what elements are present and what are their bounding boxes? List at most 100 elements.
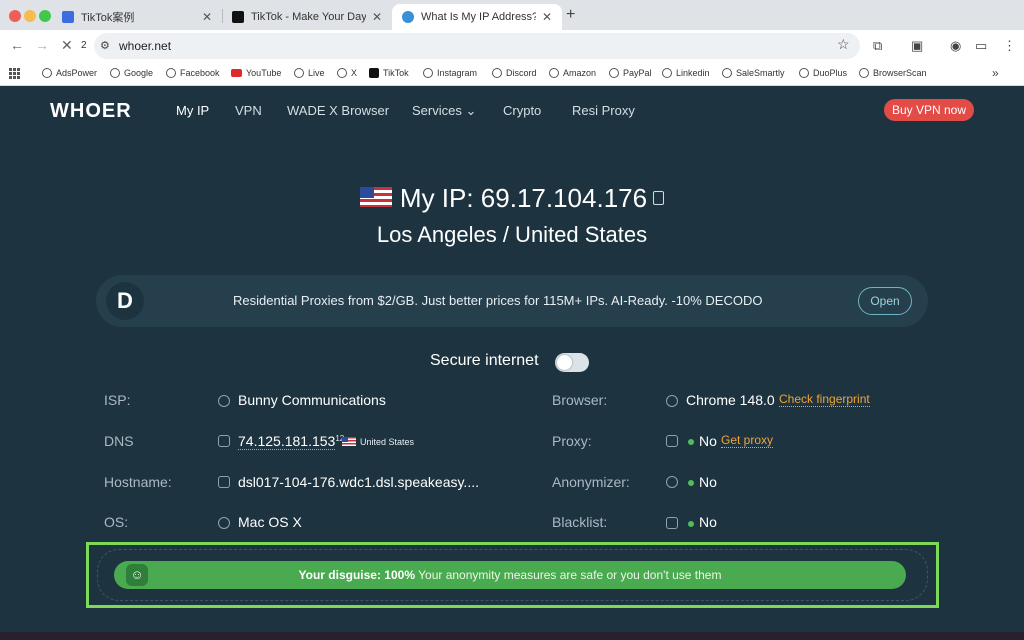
nav-services[interactable]: Services ⌄ <box>412 103 476 119</box>
globe-icon <box>549 68 559 78</box>
youtube-icon <box>231 69 242 77</box>
copy-icon[interactable] <box>653 191 665 206</box>
dns-label: DNS <box>104 433 134 449</box>
status-ok-dot <box>688 521 694 527</box>
browser-value: Chrome 148.0 <box>686 392 775 408</box>
bookmark-tiktok[interactable]: TikTok <box>369 68 409 78</box>
bookmark-label: Facebook <box>180 68 220 78</box>
bookmark-x[interactable]: X <box>337 68 357 78</box>
nav-count: 2 <box>81 40 87 51</box>
disguise-message: Your anonymity measures are safe or you … <box>418 568 722 582</box>
dns-value-group[interactable]: 74.125.181.15312 <box>238 433 344 450</box>
promo-text: Residential Proxies from $2/GB. Just bet… <box>233 293 763 308</box>
bookmark-duoplus[interactable]: DuoPlus <box>799 68 847 78</box>
status-ok-dot <box>688 480 694 486</box>
bookmark-label: Linkedin <box>676 68 710 78</box>
bookmark-label: DuoPlus <box>813 68 848 78</box>
globe-icon <box>799 68 809 78</box>
bookmarks-overflow-icon[interactable]: » <box>992 66 999 80</box>
proxy-label: Proxy: <box>552 433 592 449</box>
site-settings-icon[interactable]: ⚙ <box>100 39 110 52</box>
tab-search-icon[interactable]: ▣ <box>911 38 923 54</box>
zoom-window-button[interactable] <box>39 10 51 22</box>
browser-tab-bar: TikTok案例 ✕ TikTok - Make Your Day ✕ What… <box>0 0 1024 30</box>
address-bar[interactable]: ⚙ whoer.net <box>94 33 860 59</box>
close-window-button[interactable] <box>9 10 21 22</box>
nav-vpn[interactable]: VPN <box>235 103 262 118</box>
disguise-panel: ☺ Your disguise: 100% Your anonymity mea… <box>97 549 928 601</box>
url-text[interactable]: whoer.net <box>119 39 171 53</box>
tab-close-icon[interactable]: ✕ <box>542 10 552 24</box>
forward-arrow-icon[interactable]: → <box>35 37 49 53</box>
tab-close-icon[interactable]: ✕ <box>372 10 382 24</box>
globe-icon <box>166 68 176 78</box>
bookmark-star-icon[interactable]: ☆ <box>837 36 850 53</box>
bookmark-label: TikTok <box>383 68 409 78</box>
tab-whoer-active[interactable]: What Is My IP Address? - Find ✕ <box>392 4 562 30</box>
database-icon <box>666 435 678 447</box>
tab-title: What Is My IP Address? - Find <box>421 11 536 23</box>
disguise-label: Your disguise: 100% <box>298 568 415 582</box>
bookmark-live[interactable]: Live <box>294 68 325 78</box>
decodo-logo: D <box>106 282 144 320</box>
tab-tiktok[interactable]: TikTok - Make Your Day ✕ <box>222 4 392 30</box>
bookmark-adspower[interactable]: AdsPower <box>42 68 97 78</box>
bookmark-youtube[interactable]: YouTube <box>231 68 281 78</box>
bookmark-paypal[interactable]: PayPal <box>609 68 652 78</box>
secure-internet-toggle[interactable] <box>555 353 589 372</box>
browser-label: Browser: <box>552 392 608 408</box>
bookmark-facebook[interactable]: Facebook <box>166 68 220 78</box>
apple-icon <box>218 517 230 529</box>
bookmark-label: Google <box>124 68 154 78</box>
extensions-icon[interactable]: ⧉ <box>873 38 882 54</box>
get-proxy-link[interactable]: Get proxy <box>721 433 774 448</box>
page-bottom-strip <box>0 632 1024 640</box>
back-arrow-icon[interactable]: ← <box>10 37 24 53</box>
globe-icon <box>42 68 52 78</box>
bookmark-label: Instagram <box>437 68 478 78</box>
hostname-value: dsl017-104-176.wdc1.dsl.speakeasy.... <box>238 474 479 490</box>
bookmark-browserscan[interactable]: BrowserScan <box>859 68 927 78</box>
buy-vpn-button[interactable]: Buy VPN now <box>884 99 974 121</box>
nav-resi-proxy[interactable]: Resi Proxy <box>572 103 635 118</box>
bookmark-linkedin[interactable]: Linkedin <box>662 68 710 78</box>
globe-icon <box>294 68 304 78</box>
anonymizer-label: Anonymizer: <box>552 474 630 490</box>
nav-my-ip[interactable]: My IP <box>176 103 209 118</box>
promo-open-button[interactable]: Open <box>858 287 912 315</box>
tab-close-icon[interactable]: ✕ <box>202 10 212 24</box>
nav-crypto[interactable]: Crypto <box>503 103 541 118</box>
status-ok-dot <box>688 439 694 445</box>
bookmark-label: Discord <box>506 68 537 78</box>
bookmark-google[interactable]: Google <box>110 68 153 78</box>
site-logo[interactable]: WHOER <box>50 100 132 123</box>
apps-grid-icon[interactable] <box>9 68 20 79</box>
bookmark-label: Amazon <box>563 68 597 78</box>
bookmark-instagram[interactable]: Instagram <box>423 68 477 78</box>
nav-wade-x-browser[interactable]: WADE X Browser <box>287 103 389 118</box>
blacklist-value: No <box>699 514 717 530</box>
check-fingerprint-link[interactable]: Check fingerprint <box>779 392 870 407</box>
bookmark-salesmartly[interactable]: SaleSmartly <box>722 68 785 78</box>
network-icon <box>218 435 230 447</box>
user-icon <box>666 476 678 488</box>
camera-icon[interactable]: ▭ <box>975 38 987 54</box>
menu-kebab-icon[interactable]: ⋮ <box>1003 38 1016 54</box>
promo-banner[interactable]: D Residential Proxies from $2/GB. Just b… <box>96 275 928 327</box>
bookmark-amazon[interactable]: Amazon <box>549 68 596 78</box>
disguise-text: Your disguise: 100% Your anonymity measu… <box>114 568 906 582</box>
globe-icon <box>423 68 433 78</box>
new-tab-button[interactable]: + <box>566 6 575 24</box>
globe-icon <box>337 68 347 78</box>
profile-icon[interactable]: ◉ <box>950 38 961 54</box>
bookmark-label: Live <box>308 68 325 78</box>
location-text: Los Angeles / United States <box>376 222 648 247</box>
bookmark-label: PayPal <box>623 68 652 78</box>
minimize-window-button[interactable] <box>24 10 36 22</box>
bookmark-discord[interactable]: Discord <box>492 68 537 78</box>
stop-loading-icon[interactable]: ✕ <box>61 37 73 54</box>
tab-tiktok-case[interactable]: TikTok案例 ✕ <box>52 4 222 30</box>
globe-icon <box>859 68 869 78</box>
dns-value[interactable]: 74.125.181.153 <box>238 433 336 450</box>
globe-icon <box>492 68 502 78</box>
